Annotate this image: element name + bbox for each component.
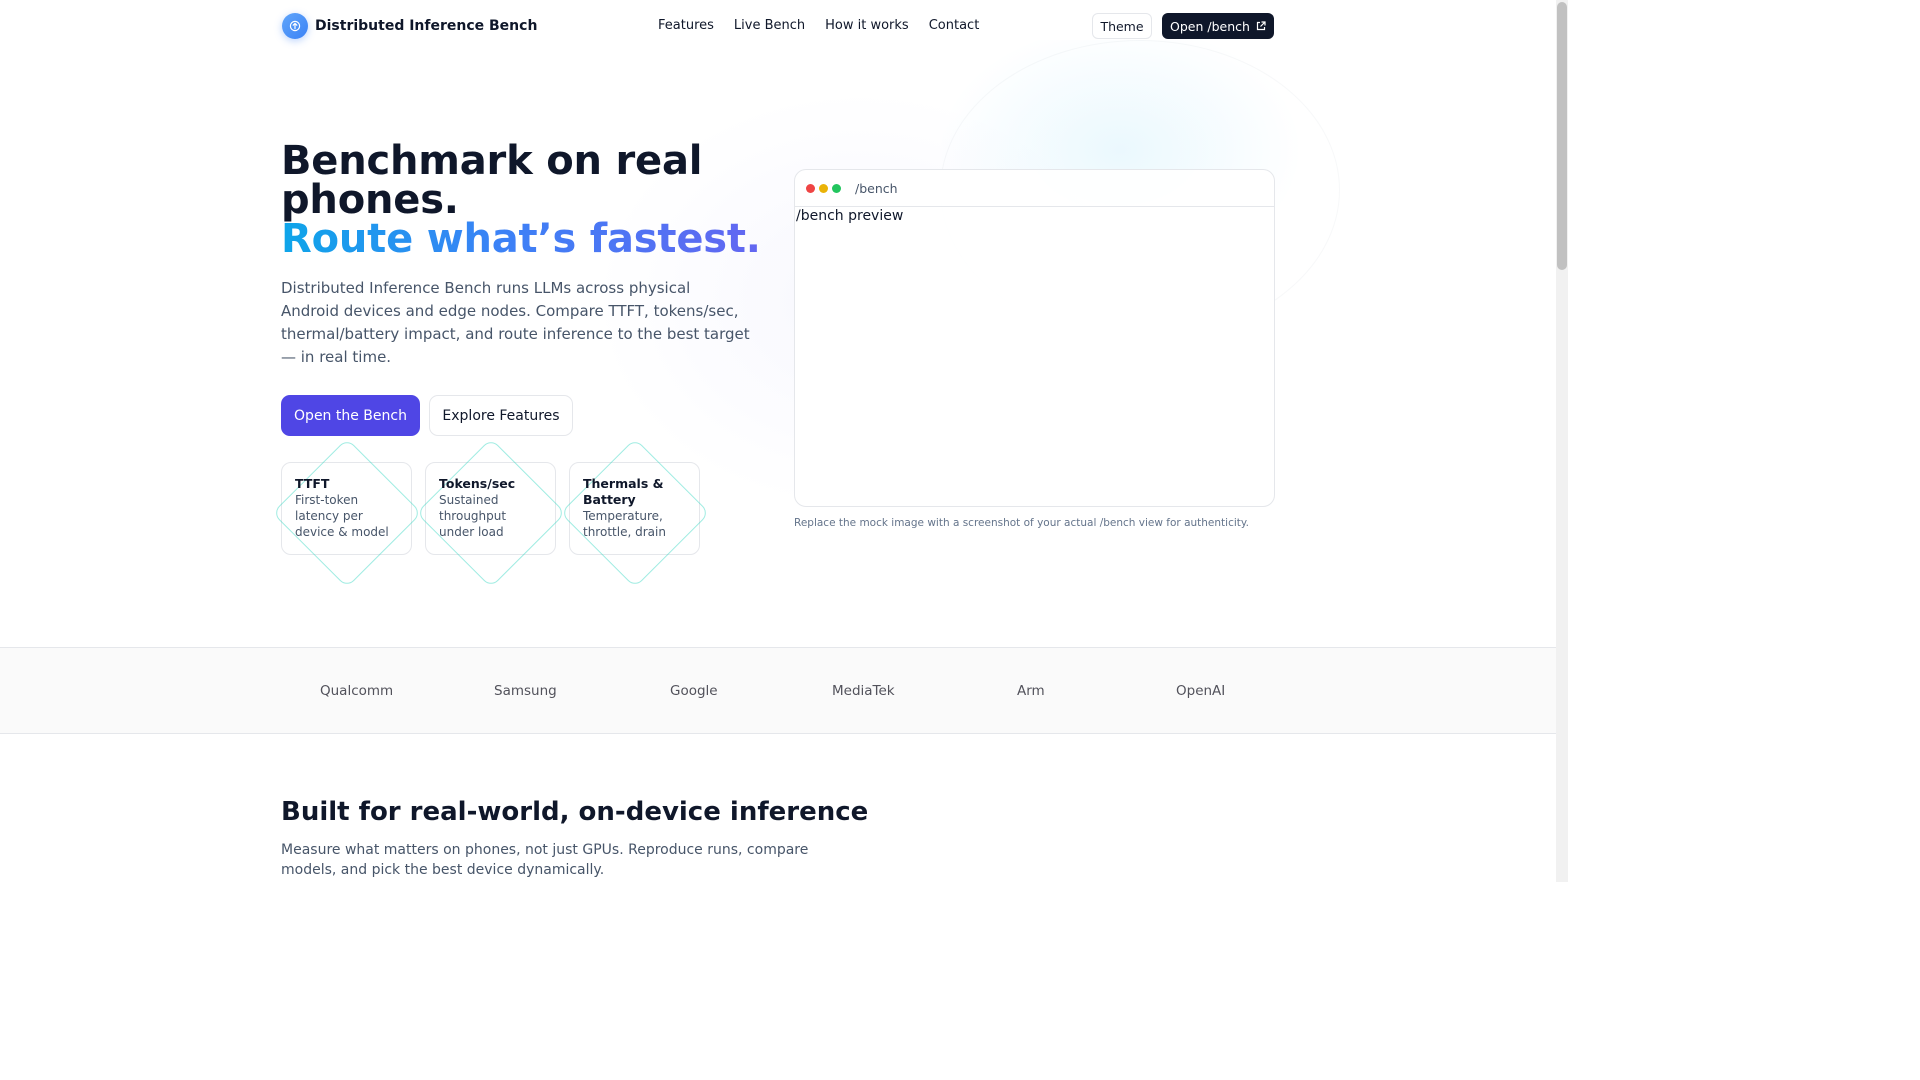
stat-card-ttft: TTFT First-token latency per device & mo…: [272, 438, 422, 588]
brand-name: Distributed Inference Bench: [315, 18, 538, 34]
stat-title: Tokens/sec: [439, 476, 516, 491]
logo-mediatek: MediaTek: [832, 683, 895, 699]
preview-image: /bench preview: [795, 207, 1274, 224]
stat-description: Sustained throughput under load: [439, 493, 507, 539]
preview-path: /bench: [855, 180, 898, 196]
preview-image-alt: /bench preview: [796, 208, 904, 224]
brand[interactable]: Distributed Inference Bench: [282, 13, 537, 39]
external-link-icon: [1256, 21, 1266, 31]
site-header: Distributed Inference Bench Features Liv…: [0, 0, 1556, 52]
brand-logo-icon: [282, 13, 308, 39]
features-section-title: Built for real-world, on-device inferenc…: [281, 797, 869, 827]
window-maximize-dot: [832, 183, 841, 193]
stat-card-tokens-per-sec: Tokens/sec Sustained throughput under lo…: [416, 438, 566, 588]
hero-title-accent: Route what’s fastest.: [281, 216, 761, 262]
explore-features-button[interactable]: Explore Features: [429, 395, 573, 436]
nav-link-contact[interactable]: Contact: [929, 18, 980, 33]
window-close-dot: [806, 183, 815, 193]
stat-description: First-token latency per device & model: [295, 493, 389, 539]
nav-link-features[interactable]: Features: [658, 18, 714, 33]
preview-note: Replace the mock image with a screenshot…: [794, 517, 1249, 529]
main-nav: Features Live Bench How it works Contact: [658, 18, 979, 33]
open-bench-button[interactable]: Open /bench: [1162, 13, 1274, 39]
open-the-bench-button[interactable]: Open the Bench: [281, 395, 420, 436]
window-minimize-dot: [819, 183, 828, 193]
page-scrollbar[interactable]: [1556, 0, 1568, 882]
hero-description: Distributed Inference Bench runs LLMs ac…: [281, 279, 750, 366]
hero-title-line2: phones.: [281, 177, 459, 223]
stat-description: Temperature, throttle, drain: [583, 509, 666, 539]
stat-title: Thermals & Battery: [583, 476, 664, 507]
logo-arm: Arm: [1017, 683, 1045, 699]
theme-toggle-button[interactable]: Theme: [1092, 13, 1152, 39]
logo-google: Google: [670, 683, 718, 699]
nav-link-live-bench[interactable]: Live Bench: [734, 18, 805, 33]
scrollbar-thumb[interactable]: [1557, 2, 1567, 270]
partner-logos-strip: Qualcomm Samsung Google MediaTek Arm Ope…: [0, 647, 1556, 734]
stat-title: TTFT: [295, 476, 330, 491]
features-section-description: Measure what matters on phones, not just…: [281, 842, 809, 878]
open-bench-label: Open /bench: [1170, 18, 1250, 34]
logo-qualcomm: Qualcomm: [320, 683, 394, 699]
logo-openai: OpenAI: [1176, 683, 1226, 699]
stat-card-thermals-battery: Thermals & Battery Temperature, throttle…: [560, 438, 710, 588]
logo-samsung: Samsung: [494, 683, 557, 699]
preview-titlebar: /bench: [795, 170, 1274, 207]
hero-title: Benchmark on real phones. Route what’s f…: [281, 141, 761, 262]
nav-link-how-it-works[interactable]: How it works: [825, 18, 909, 33]
bench-preview-window: /bench /bench preview: [794, 169, 1275, 507]
